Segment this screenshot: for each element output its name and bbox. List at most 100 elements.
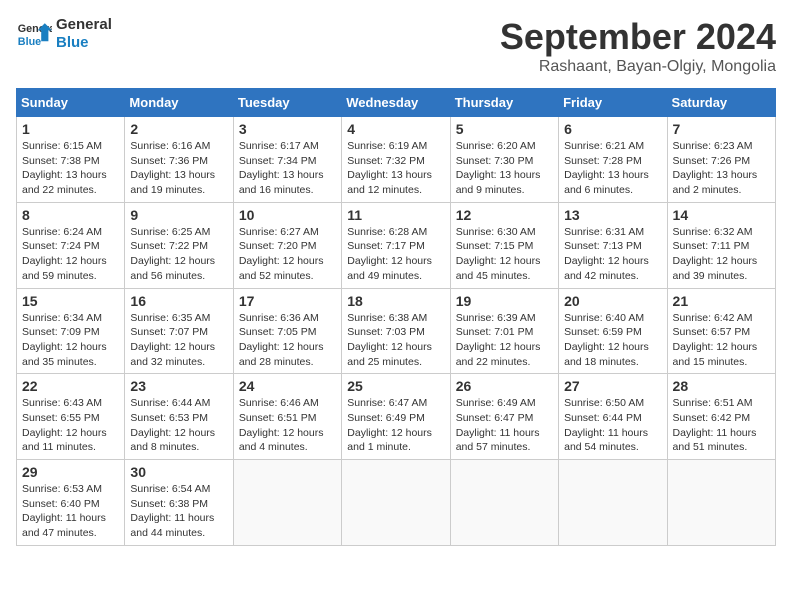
day-number: 1: [22, 121, 119, 137]
calendar-table: SundayMondayTuesdayWednesdayThursdayFrid…: [16, 88, 776, 546]
calendar-day-28: 28 Sunrise: 6:51 AM Sunset: 6:42 PM Dayli…: [667, 374, 775, 460]
svg-text:Blue: Blue: [18, 36, 41, 48]
day-info: Sunrise: 6:24 AM Sunset: 7:24 PM Dayligh…: [22, 225, 119, 284]
day-number: 28: [673, 378, 770, 394]
day-header-saturday: Saturday: [667, 89, 775, 117]
calendar-day-26: 26Sunrise: 6:49 AM Sunset: 6:47 PM Dayli…: [450, 374, 558, 460]
day-info: Sunrise: 6:35 AM Sunset: 7:07 PM Dayligh…: [130, 311, 227, 370]
calendar-day-6: 6Sunrise: 6:21 AM Sunset: 7:28 PM Daylig…: [559, 117, 667, 203]
day-info: Sunrise: 6:53 AM Sunset: 6:40 PM Dayligh…: [22, 482, 119, 541]
calendar-day-17: 17 Sunrise: 6:36 AM Sunset: 7:05 PM Dayli…: [233, 288, 341, 374]
day-number: 13: [564, 207, 661, 223]
calendar-day-21: 21Sunrise: 6:42 AM Sunset: 6:57 PM Dayli…: [667, 288, 775, 374]
day-header-friday: Friday: [559, 89, 667, 117]
day-info: Sunrise: 6:42 AM Sunset: 6:57 PM Dayligh…: [673, 311, 770, 370]
calendar-day-19: 19 Sunrise: 6:39 AM Sunset: 7:01 PM Dayli…: [450, 288, 558, 374]
day-number: 16: [130, 293, 227, 309]
calendar-day-25: 25Sunrise: 6:47 AM Sunset: 6:49 PM Dayli…: [342, 374, 450, 460]
month-title: September 2024: [500, 16, 776, 58]
day-info: Sunrise: 6:43 AM Sunset: 6:55 PM Dayligh…: [22, 396, 119, 455]
day-header-monday: Monday: [125, 89, 233, 117]
day-info: Sunrise: 6:36 AM Sunset: 7:05 PM Dayligh…: [239, 311, 336, 370]
calendar-day-empty: [342, 460, 450, 546]
logo-icon: General Blue: [16, 16, 52, 52]
calendar-day-20: 20Sunrise: 6:40 AM Sunset: 6:59 PM Dayli…: [559, 288, 667, 374]
day-info: Sunrise: 6:54 AM Sunset: 6:38 PM Dayligh…: [130, 482, 227, 541]
calendar-day-29: 29 Sunrise: 6:53 AM Sunset: 6:40 PM Dayli…: [17, 460, 125, 546]
day-info: Sunrise: 6:15 AM Sunset: 7:38 PM Dayligh…: [22, 139, 119, 198]
day-number: 5: [456, 121, 553, 137]
calendar-week-3: 15 Sunrise: 6:34 AM Sunset: 7:09 PM Dayli…: [17, 288, 776, 374]
calendar-day-11: 11Sunrise: 6:28 AM Sunset: 7:17 PM Dayli…: [342, 202, 450, 288]
day-number: 19: [456, 293, 553, 309]
logo-text-general: General: [56, 16, 112, 34]
page-header: General Blue General Blue September 2024…: [16, 16, 776, 76]
calendar-day-10: 10Sunrise: 6:27 AM Sunset: 7:20 PM Dayli…: [233, 202, 341, 288]
day-info: Sunrise: 6:38 AM Sunset: 7:03 PM Dayligh…: [347, 311, 444, 370]
day-number: 7: [673, 121, 770, 137]
calendar-day-15: 15 Sunrise: 6:34 AM Sunset: 7:09 PM Dayli…: [17, 288, 125, 374]
calendar-week-1: 1 Sunrise: 6:15 AM Sunset: 7:38 PM Daylig…: [17, 117, 776, 203]
day-number: 3: [239, 121, 336, 137]
day-number: 30: [130, 464, 227, 480]
day-number: 10: [239, 207, 336, 223]
day-number: 8: [22, 207, 119, 223]
day-info: Sunrise: 6:17 AM Sunset: 7:34 PM Dayligh…: [239, 139, 336, 198]
day-header-sunday: Sunday: [17, 89, 125, 117]
calendar-day-30: 30 Sunrise: 6:54 AM Sunset: 6:38 PM Dayli…: [125, 460, 233, 546]
calendar-day-13: 13 Sunrise: 6:31 AM Sunset: 7:13 PM Dayli…: [559, 202, 667, 288]
day-info: Sunrise: 6:47 AM Sunset: 6:49 PM Dayligh…: [347, 396, 444, 455]
day-info: Sunrise: 6:31 AM Sunset: 7:13 PM Dayligh…: [564, 225, 661, 284]
location: Rashaant, Bayan-Olgiy, Mongolia: [500, 58, 776, 76]
day-info: Sunrise: 6:39 AM Sunset: 7:01 PM Dayligh…: [456, 311, 553, 370]
day-header-wednesday: Wednesday: [342, 89, 450, 117]
day-number: 2: [130, 121, 227, 137]
day-number: 17: [239, 293, 336, 309]
day-info: Sunrise: 6:16 AM Sunset: 7:36 PM Dayligh…: [130, 139, 227, 198]
day-info: Sunrise: 6:30 AM Sunset: 7:15 PM Dayligh…: [456, 225, 553, 284]
day-number: 14: [673, 207, 770, 223]
calendar-day-1: 1 Sunrise: 6:15 AM Sunset: 7:38 PM Daylig…: [17, 117, 125, 203]
calendar-day-18: 18 Sunrise: 6:38 AM Sunset: 7:03 PM Dayli…: [342, 288, 450, 374]
day-number: 24: [239, 378, 336, 394]
day-number: 12: [456, 207, 553, 223]
day-number: 4: [347, 121, 444, 137]
day-number: 29: [22, 464, 119, 480]
day-info: Sunrise: 6:46 AM Sunset: 6:51 PM Dayligh…: [239, 396, 336, 455]
calendar-day-8: 8 Sunrise: 6:24 AM Sunset: 7:24 PM Daylig…: [17, 202, 125, 288]
calendar-day-7: 7 Sunrise: 6:23 AM Sunset: 7:26 PM Daylig…: [667, 117, 775, 203]
calendar-week-4: 22 Sunrise: 6:43 AM Sunset: 6:55 PM Dayli…: [17, 374, 776, 460]
calendar-day-9: 9Sunrise: 6:25 AM Sunset: 7:22 PM Daylig…: [125, 202, 233, 288]
calendar-day-5: 5 Sunrise: 6:20 AM Sunset: 7:30 PM Daylig…: [450, 117, 558, 203]
day-number: 20: [564, 293, 661, 309]
day-number: 27: [564, 378, 661, 394]
day-number: 11: [347, 207, 444, 223]
day-number: 22: [22, 378, 119, 394]
day-info: Sunrise: 6:32 AM Sunset: 7:11 PM Dayligh…: [673, 225, 770, 284]
day-info: Sunrise: 6:44 AM Sunset: 6:53 PM Dayligh…: [130, 396, 227, 455]
day-info: Sunrise: 6:20 AM Sunset: 7:30 PM Dayligh…: [456, 139, 553, 198]
calendar-day-empty: [559, 460, 667, 546]
day-number: 6: [564, 121, 661, 137]
calendar-day-empty: [667, 460, 775, 546]
day-info: Sunrise: 6:19 AM Sunset: 7:32 PM Dayligh…: [347, 139, 444, 198]
calendar-day-empty: [450, 460, 558, 546]
day-info: Sunrise: 6:50 AM Sunset: 6:44 PM Dayligh…: [564, 396, 661, 455]
day-info: Sunrise: 6:34 AM Sunset: 7:09 PM Dayligh…: [22, 311, 119, 370]
calendar-day-3: 3 Sunrise: 6:17 AM Sunset: 7:34 PM Daylig…: [233, 117, 341, 203]
day-header-thursday: Thursday: [450, 89, 558, 117]
day-number: 26: [456, 378, 553, 394]
calendar-day-24: 24 Sunrise: 6:46 AM Sunset: 6:51 PM Dayli…: [233, 374, 341, 460]
calendar-day-27: 27 Sunrise: 6:50 AM Sunset: 6:44 PM Dayli…: [559, 374, 667, 460]
calendar-day-22: 22 Sunrise: 6:43 AM Sunset: 6:55 PM Dayli…: [17, 374, 125, 460]
calendar-day-2: 2 Sunrise: 6:16 AM Sunset: 7:36 PM Daylig…: [125, 117, 233, 203]
logo-text-blue: Blue: [56, 34, 112, 52]
calendar-header-row: SundayMondayTuesdayWednesdayThursdayFrid…: [17, 89, 776, 117]
day-info: Sunrise: 6:23 AM Sunset: 7:26 PM Dayligh…: [673, 139, 770, 198]
calendar-week-2: 8 Sunrise: 6:24 AM Sunset: 7:24 PM Daylig…: [17, 202, 776, 288]
day-number: 15: [22, 293, 119, 309]
day-number: 18: [347, 293, 444, 309]
day-info: Sunrise: 6:51 AM Sunset: 6:42 PM Dayligh…: [673, 396, 770, 455]
day-number: 23: [130, 378, 227, 394]
calendar-day-16: 16 Sunrise: 6:35 AM Sunset: 7:07 PM Dayli…: [125, 288, 233, 374]
